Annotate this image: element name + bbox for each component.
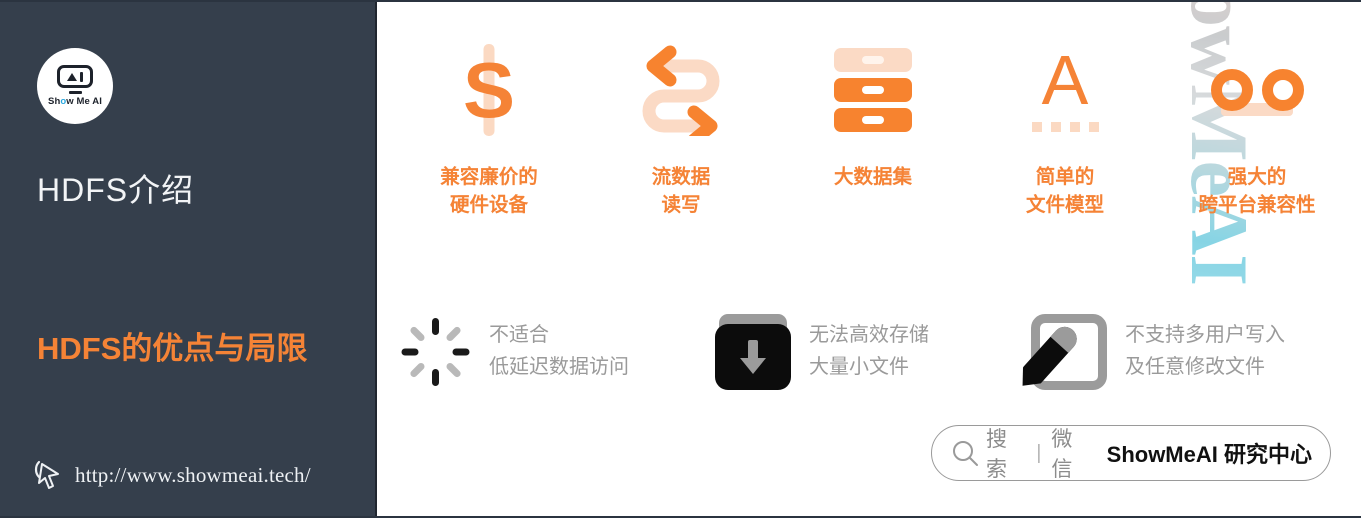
limitations-row: 不适合 低延迟数据访问 无法高效存储 大量小文件 不支持多用户写入 及任意修改文… bbox=[377, 314, 1361, 394]
search-icon bbox=[953, 441, 978, 466]
ring-left bbox=[1210, 69, 1253, 111]
database-stack-icon bbox=[834, 44, 912, 136]
database-slab-middle bbox=[834, 78, 912, 102]
limitation-label: 不支持多用户写入 及任意修改文件 bbox=[1125, 320, 1285, 383]
feature-label: 流数据 读写 bbox=[652, 164, 711, 219]
feature-icon-wrap bbox=[1197, 38, 1317, 142]
feature-label-line2: 读写 bbox=[661, 193, 701, 216]
spinner-segment bbox=[444, 361, 462, 379]
feature-label-line2: 硬件设备 bbox=[449, 193, 528, 216]
logo-wordmark-before: Sh bbox=[48, 96, 61, 107]
feature-label: 兼容廉价的 硬件设备 bbox=[440, 164, 538, 219]
feature-label-line2: 跨平台兼容性 bbox=[1198, 193, 1316, 216]
page-title: HDFS介绍 bbox=[37, 172, 195, 208]
channel-label: 微信 bbox=[1051, 428, 1073, 481]
letter-a-dots bbox=[1031, 122, 1099, 133]
feature-icon-wrap: S bbox=[429, 38, 549, 142]
spinner-segment bbox=[431, 318, 439, 335]
edit-pencil-icon bbox=[1013, 314, 1107, 394]
spinner-segment bbox=[431, 369, 439, 386]
logo-wordmark: Show Me AI bbox=[48, 96, 102, 107]
download-box-icon bbox=[715, 314, 791, 390]
limitation-label-line2: 大量小文件 bbox=[809, 356, 909, 378]
sidebar: Show Me AI HDFS介绍 HDFS的优点与局限 http://www.… bbox=[0, 2, 377, 516]
stream-arrows-icon bbox=[642, 45, 720, 136]
search-bar[interactable]: 搜索 | 微信 ShowMeAI 研究中心 bbox=[931, 425, 1331, 481]
limitation-icon-wrap bbox=[715, 314, 791, 390]
showmeai-robot-logo: Show Me AI bbox=[37, 48, 113, 124]
feature-item-stream-data: 流数据 读写 bbox=[585, 38, 777, 219]
feature-label-line1: 流数据 bbox=[651, 166, 711, 188]
main-content: ShowMeAI S 兼容廉价的 硬件设备 流数据 读写 大数据集 A 简单的 … bbox=[377, 2, 1361, 516]
limitation-item-small-files: 无法高效存储 大量小文件 bbox=[715, 314, 1031, 390]
feature-label-line1: 大数据集 bbox=[833, 166, 912, 188]
limitation-label-line1: 不适合 bbox=[489, 324, 549, 347]
limitation-icon-wrap bbox=[399, 316, 471, 388]
spinner-segment bbox=[408, 361, 426, 379]
feature-label: 简单的 文件模型 bbox=[1026, 164, 1104, 219]
letter-a-icon: A bbox=[1025, 44, 1105, 136]
feature-icon-wrap: A bbox=[1005, 38, 1125, 142]
limitation-label-line2: 低延迟数据访问 bbox=[489, 356, 629, 378]
feature-label-line2: 文件模型 bbox=[1025, 193, 1104, 216]
limitation-icon-wrap bbox=[1013, 314, 1107, 394]
section-title: HDFS的优点与局限 bbox=[37, 331, 308, 366]
spinner-segment bbox=[452, 348, 469, 356]
feature-item-cross-platform: 强大的 跨平台兼容性 bbox=[1161, 38, 1353, 219]
search-label: 搜索 bbox=[986, 428, 1007, 481]
feature-label: 强大的 跨平台兼容性 bbox=[1198, 164, 1315, 219]
feature-label-line1: 强大的 bbox=[1227, 166, 1287, 188]
letter-a-glyph: A bbox=[1041, 40, 1089, 119]
database-slab-top bbox=[834, 48, 912, 72]
ring-right bbox=[1261, 69, 1304, 111]
feature-label-line1: 兼容廉价的 bbox=[440, 166, 538, 188]
feature-icon-wrap bbox=[621, 38, 741, 142]
brand-label: ShowMeAI 研究中心 bbox=[1106, 442, 1312, 467]
database-slab-bottom bbox=[834, 108, 912, 132]
limitation-item-multi-writer: 不支持多用户写入 及任意修改文件 bbox=[1013, 314, 1347, 394]
caret-up-icon bbox=[67, 72, 77, 81]
features-row: S 兼容廉价的 硬件设备 流数据 读写 大数据集 A 简单的 文件模型 强大的 … bbox=[377, 38, 1361, 219]
spinner-segment bbox=[401, 348, 418, 356]
spinner-segment bbox=[444, 325, 462, 343]
feature-item-big-dataset: 大数据集 bbox=[777, 38, 969, 219]
sidebar-footer: http://www.showmeai.tech/ bbox=[33, 459, 311, 491]
feature-item-simple-file-model: A 简单的 文件模型 bbox=[969, 38, 1161, 219]
search-separator: | bbox=[1036, 441, 1042, 464]
download-box-body bbox=[715, 324, 791, 390]
loading-spinner-icon bbox=[399, 316, 471, 388]
feature-label-line1: 简单的 bbox=[1035, 166, 1095, 188]
logo-stand bbox=[68, 91, 82, 94]
feature-icon-wrap bbox=[813, 38, 933, 142]
limitation-label-line1: 不支持多用户写入 bbox=[1125, 324, 1285, 347]
bar-icon bbox=[80, 71, 83, 82]
site-url[interactable]: http://www.showmeai.tech/ bbox=[75, 463, 311, 488]
feature-item-cheap-hardware: S 兼容廉价的 硬件设备 bbox=[393, 38, 585, 219]
limitation-label: 不适合 低延迟数据访问 bbox=[489, 320, 629, 383]
two-rings-icon bbox=[1207, 44, 1307, 136]
slide-canvas: Show Me AI HDFS介绍 HDFS的优点与局限 http://www.… bbox=[0, 0, 1361, 518]
limitation-label: 无法高效存储 大量小文件 bbox=[809, 320, 929, 383]
cursor-pointer-icon bbox=[34, 460, 59, 489]
feature-label: 大数据集 bbox=[834, 164, 912, 192]
spinner-segment bbox=[408, 325, 426, 343]
limitation-label-line1: 无法高效存储 bbox=[809, 324, 929, 347]
logo-wordmark-after: w Me AI bbox=[66, 96, 102, 107]
arrow-down-icon bbox=[740, 340, 766, 374]
robot-screen-icon bbox=[57, 65, 93, 88]
limitation-item-latency: 不适合 低延迟数据访问 bbox=[399, 314, 715, 390]
limitation-label-line2: 及任意修改文件 bbox=[1125, 356, 1265, 378]
dollar-glyph: S bbox=[462, 46, 516, 134]
dollar-sign-icon: S bbox=[458, 44, 520, 136]
